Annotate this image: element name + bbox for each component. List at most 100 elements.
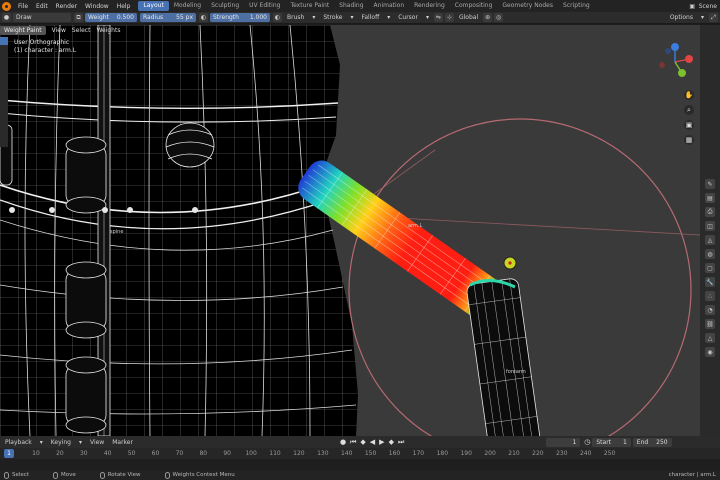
status-context: Weights Context Menu [161, 471, 235, 479]
falloff-dropdown[interactable]: Falloff [358, 13, 382, 22]
chevron-down-icon: ▾ [425, 14, 429, 21]
play-icon[interactable]: ▶ [379, 438, 384, 446]
menu-select[interactable]: Select [69, 27, 94, 34]
fullscreen-icon[interactable]: ⤢ [709, 13, 718, 22]
grid-icon[interactable]: ▦ [684, 135, 694, 145]
status-rotate-label: Rotate View [107, 472, 141, 478]
hand-icon[interactable]: ✋ [684, 90, 694, 100]
chevron-down-icon: ▾ [312, 14, 316, 21]
radius-field[interactable]: Radius 55 px [140, 13, 196, 22]
timeline-ruler[interactable]: 1 10 20 30 40 50 60 70 80 90 100 110 120 130 140 150 16… [0, 448, 720, 459]
tab-scripting[interactable]: Scripting [558, 1, 595, 11]
menu-window[interactable]: Window [81, 3, 113, 10]
menu-file[interactable]: File [14, 3, 32, 10]
ruler-tick: 250 [603, 450, 616, 457]
end-value: 250 [656, 438, 668, 446]
snap-icon[interactable]: ⊛ [483, 13, 493, 22]
tab-texture-paint[interactable]: Texture Paint [285, 1, 334, 11]
pressure-strength-icon[interactable]: ◐ [273, 13, 282, 22]
object-icon[interactable]: ▢ [705, 263, 715, 273]
output-icon[interactable]: ⎙ [705, 207, 715, 217]
symmetry-icon[interactable]: ⇋ [433, 13, 443, 22]
tab-rendering[interactable]: Rendering [409, 1, 450, 11]
tool-properties-icon[interactable]: ✎ [705, 179, 715, 189]
start-frame-field[interactable]: Start 1 [592, 437, 631, 447]
end-frame-field[interactable]: End 250 [632, 437, 672, 447]
tab-layout[interactable]: Layout [138, 1, 169, 11]
mode-selector[interactable]: Weight Paint [0, 25, 46, 35]
menu-help[interactable]: Help [113, 3, 135, 10]
particles-icon[interactable]: ∴ [705, 291, 715, 301]
navigation-gizmo[interactable] [652, 39, 698, 85]
material-icon[interactable]: ◉ [705, 347, 715, 357]
3d-viewport[interactable]: Weight Paint View Select Weights User Or… [0, 25, 700, 436]
clock-icon[interactable]: ◷ [584, 438, 590, 446]
tab-sculpting[interactable]: Sculpting [206, 1, 244, 11]
menu-edit[interactable]: Edit [32, 3, 52, 10]
menu-weights[interactable]: Weights [93, 27, 123, 34]
world-icon[interactable]: ◍ [705, 249, 715, 259]
view-menu[interactable]: View [87, 438, 107, 447]
scene-name[interactable]: Scene [699, 3, 717, 10]
bone-label: arm.L [408, 223, 423, 229]
strength-field[interactable]: Strength 1.000 [210, 13, 270, 22]
radius-value: 55 px [176, 14, 193, 21]
options-dropdown[interactable]: Options [667, 13, 696, 22]
constraints-icon[interactable]: ⛓ [705, 319, 715, 329]
orientation-dropdown[interactable]: Global [456, 13, 481, 22]
menu-render[interactable]: Render [52, 3, 81, 10]
keyframe-prev-icon[interactable]: ◆ [360, 438, 365, 446]
record-icon[interactable]: ● [340, 438, 346, 446]
scene-icon[interactable]: ▣ [688, 2, 697, 11]
cursor-dropdown[interactable]: Cursor [395, 13, 421, 22]
physics-icon[interactable]: ◔ [705, 305, 715, 315]
current-frame-field[interactable]: 1 [546, 437, 581, 447]
weight-label: Weight [88, 14, 109, 21]
zoom-icon[interactable]: ⌕ [684, 105, 694, 115]
modifier-icon[interactable]: 🔧 [705, 277, 715, 287]
viewport-scene [0, 25, 700, 436]
brush-icon[interactable]: ● [2, 13, 11, 22]
playback-menu[interactable]: Playback [2, 438, 35, 447]
stroke-dropdown[interactable]: Stroke [320, 13, 345, 22]
ruler-tick: 80 [199, 450, 208, 457]
ruler-tick: 200 [484, 450, 496, 457]
bone-label: forearm [506, 369, 526, 375]
blender-logo-icon[interactable] [2, 1, 11, 11]
render-icon[interactable]: ▤ [705, 193, 715, 203]
mouse-icon [99, 471, 105, 479]
keying-menu[interactable]: Keying [48, 438, 74, 447]
weight-field[interactable]: Weight 0.500 [85, 13, 137, 22]
playhead[interactable]: 1 [4, 449, 14, 458]
data-icon[interactable]: △ [705, 333, 715, 343]
proportional-icon[interactable]: ◎ [494, 13, 504, 22]
tab-uv-editing[interactable]: UV Editing [244, 1, 285, 11]
scene-props-icon[interactable]: ◬ [705, 235, 715, 245]
jump-end-icon[interactable]: ⏭ [398, 438, 404, 447]
end-label: End [636, 438, 649, 446]
tab-compositing[interactable]: Compositing [450, 1, 498, 11]
view-layer-icon[interactable]: ◫ [705, 221, 715, 231]
pressure-radius-icon[interactable]: ◐ [199, 13, 208, 22]
camera-icon[interactable]: ▣ [684, 120, 694, 130]
top-menu-bar: File Edit Render Window Help Layout Mode… [0, 0, 720, 12]
mouse-icon [4, 471, 9, 479]
brush-selector[interactable]: Draw [13, 13, 71, 22]
tab-geometry-nodes[interactable]: Geometry Nodes [497, 1, 558, 11]
brush-dropdown[interactable]: Brush [284, 13, 307, 22]
jump-start-icon[interactable]: ⏮ [350, 438, 356, 447]
fake-user-icon[interactable]: ⧉ [74, 13, 83, 22]
keyframe-next-icon[interactable]: ◆ [389, 438, 394, 446]
menu-view[interactable]: View [49, 27, 69, 34]
timeline-body[interactable] [0, 459, 720, 469]
draw-tool-icon[interactable] [0, 37, 8, 45]
tab-modeling[interactable]: Modeling [169, 1, 206, 11]
status-context-label: Weights Context Menu [172, 472, 235, 478]
orientation-icon[interactable]: ⊹ [444, 13, 454, 22]
ruler-tick: 140 [340, 450, 353, 457]
ruler-tick: 220 [532, 450, 544, 457]
tab-animation[interactable]: Animation [369, 1, 410, 11]
tab-shading[interactable]: Shading [334, 1, 368, 11]
play-reverse-icon[interactable]: ◀ [370, 438, 375, 446]
marker-menu[interactable]: Marker [109, 438, 136, 447]
